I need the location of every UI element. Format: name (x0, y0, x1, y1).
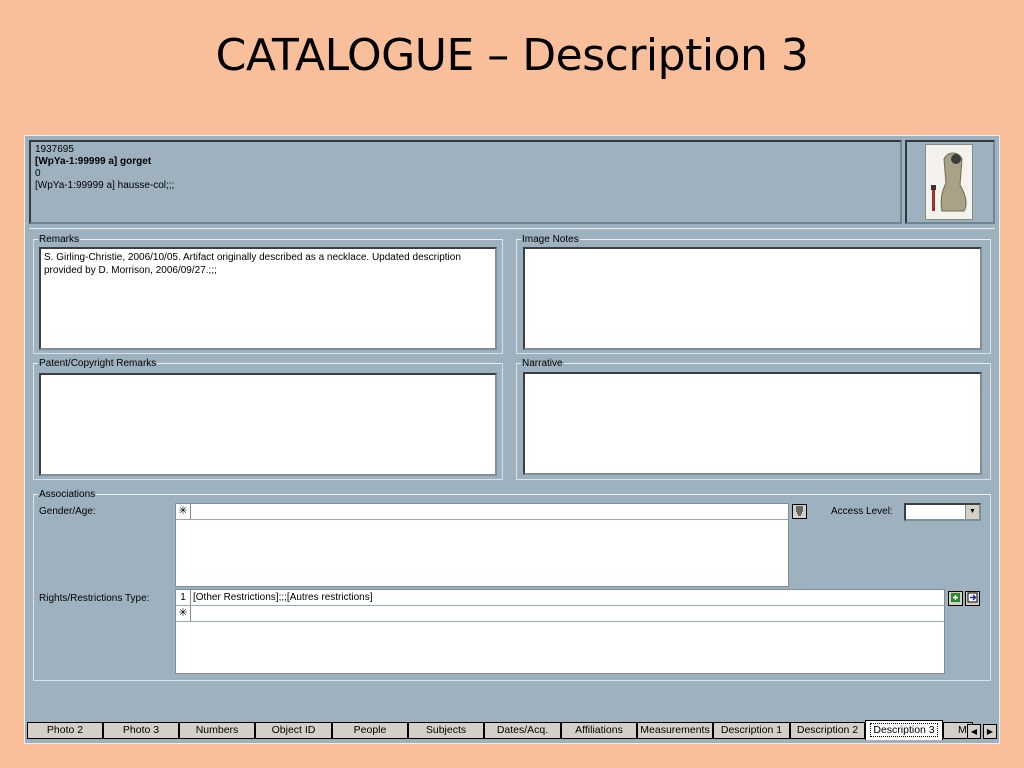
remarks-label: Remarks (39, 234, 80, 245)
rights-new-row[interactable]: ✳ (176, 606, 944, 622)
tab-affiliations[interactable]: Affiliations (561, 722, 637, 739)
slide-title: CATALOGUE – Description 3 (215, 30, 809, 81)
image-notes-field[interactable] (523, 247, 982, 350)
divider (29, 228, 995, 229)
tab-bar: Photo 2 Photo 3 Numbers Object ID People… (25, 720, 1001, 742)
goto-icon[interactable] (965, 591, 980, 606)
remarks-field[interactable]: S. Girling-Christie, 2006/10/05. Artifac… (39, 247, 497, 350)
tab-people[interactable]: People (332, 722, 408, 739)
gender-age-grid[interactable]: ✳ (175, 503, 789, 587)
record-header: 1937695 [WpYa-1:99999 a] gorget 0 [WpYa-… (29, 140, 902, 224)
scroll-left-icon[interactable]: ◀ (967, 724, 981, 739)
tab-dates-acq[interactable]: Dates/Acq. (484, 722, 561, 739)
scroll-right-icon[interactable]: ▶ (983, 724, 997, 739)
access-level-value (906, 510, 909, 521)
tab-description-3-label: Description 3 (870, 723, 938, 737)
chevron-down-icon[interactable]: ▼ (965, 505, 979, 519)
access-level-select[interactable]: ▼ (904, 503, 981, 521)
tab-photo-2[interactable]: Photo 2 (27, 722, 103, 739)
new-row-marker: ✳ (176, 504, 191, 519)
image-notes-label: Image Notes (522, 234, 579, 245)
record-id: 1937695 (35, 144, 74, 155)
gender-age-label: Gender/Age: (39, 506, 96, 517)
table-row[interactable]: 1 [Other Restrictions];;;[Autres restric… (176, 590, 944, 606)
rights-grid[interactable]: 1 [Other Restrictions];;;[Autres restric… (175, 589, 945, 674)
record-title: [WpYa-1:99999 a] gorget (35, 156, 152, 167)
thumbnail-frame (905, 140, 995, 224)
associations-label: Associations (39, 489, 96, 500)
record-count: 0 (35, 168, 41, 179)
row-number: 1 (176, 590, 191, 605)
catalogue-window: 1937695 [WpYa-1:99999 a] gorget 0 [WpYa-… (24, 135, 1000, 744)
list-icon[interactable] (792, 504, 807, 519)
tab-subjects[interactable]: Subjects (408, 722, 484, 739)
narrative-field[interactable] (523, 372, 982, 475)
patent-remarks-label: Patent/Copyright Remarks (39, 358, 157, 369)
new-row-marker: ✳ (176, 606, 191, 621)
tab-measurements[interactable]: Measurements (637, 722, 713, 739)
tab-description-2[interactable]: Description 2 (790, 722, 865, 739)
patent-remarks-field[interactable] (39, 373, 497, 476)
record-subtitle: [WpYa-1:99999 a] hausse-col;;; (35, 180, 175, 191)
tab-object-id[interactable]: Object ID (255, 722, 332, 739)
tab-photo-3[interactable]: Photo 3 (103, 722, 179, 739)
add-row-icon[interactable] (948, 591, 963, 606)
rights-label: Rights/Restrictions Type: (39, 593, 150, 604)
gender-age-new-row[interactable]: ✳ (176, 504, 788, 520)
artifact-thumbnail[interactable] (925, 144, 973, 220)
tab-description-3[interactable]: Description 3 (865, 720, 943, 740)
narrative-label: Narrative (522, 358, 563, 369)
tab-description-1[interactable]: Description 1 (713, 722, 790, 739)
tab-numbers[interactable]: Numbers (179, 722, 255, 739)
access-level-label: Access Level: (831, 506, 893, 517)
rights-value[interactable]: [Other Restrictions];;;[Autres restricti… (193, 590, 373, 605)
